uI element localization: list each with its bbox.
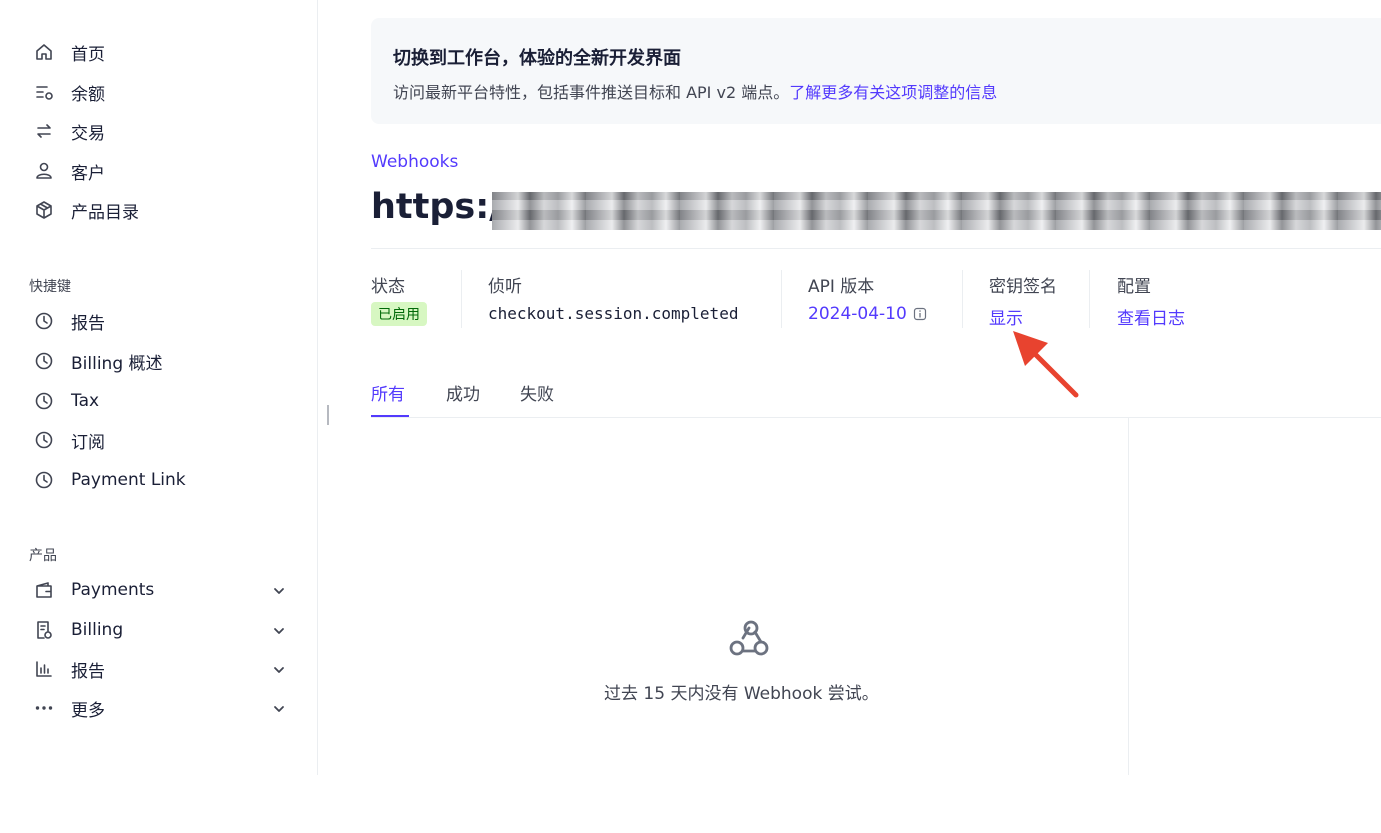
shortcut-item-subscriptions[interactable]: 订阅 [33,426,105,454]
shortcut-item-label: Tax [71,391,100,411]
more-icon [33,697,55,719]
meta-divider [461,270,462,328]
product-item-more[interactable]: 更多 [33,694,105,722]
sidebar-item-label: 首页 [71,44,105,65]
customer-icon [33,160,55,182]
banner-description: 访问最新平台特性，包括事件推送目标和 API v2 端点。 [393,83,790,102]
sidebar-item-label: 客户 [71,163,105,184]
shortcut-item-label: 订阅 [71,432,105,453]
box-icon [33,199,55,221]
config-field: 配置 查看日志 [1117,272,1185,329]
product-item-payments[interactable]: Payments [33,576,154,604]
shortcut-item-tax[interactable]: Tax [33,387,99,415]
shortcut-item-reports[interactable]: 报告 [33,307,105,335]
clock-icon [33,429,55,451]
chevron-down-icon[interactable] [272,701,286,715]
clock-icon [33,350,55,372]
signing-secret-field: 密钥签名 显示 [989,272,1057,329]
product-item-reports[interactable]: 报告 [33,655,105,683]
product-item-label: Payments [71,580,155,600]
workbench-banner: 切换到工作台，体验的全新开发界面 访问最新平台特性，包括事件推送目标和 API … [371,18,1381,124]
chevron-down-icon[interactable] [272,623,286,637]
shortcut-item-label: Billing 概述 [71,353,163,374]
redacted-url-blur [492,192,1381,230]
empty-state-message: 过去 15 天内没有 Webhook 尝试。 [604,684,879,704]
status-badge: 已启用 [371,302,427,326]
chevron-down-icon[interactable] [272,662,286,676]
tab-all[interactable]: 所有 [371,380,405,405]
product-item-label: Billing [71,620,124,640]
info-icon[interactable] [913,307,927,321]
clock-icon [33,390,55,412]
sidebar-item-balance[interactable]: 余额 [33,78,105,106]
listen-event-value: checkout.session.completed [488,304,739,323]
webhook-icon [727,618,771,662]
api-version-value[interactable]: 2024-04-10 [808,304,907,324]
shortcut-item-billing-overview[interactable]: Billing 概述 [33,347,163,375]
transactions-icon [33,120,55,142]
sidebar-item-customers[interactable]: 客户 [33,157,105,185]
banner-title: 切换到工作台，体验的全新开发界面 [393,48,681,69]
meta-divider [781,270,782,328]
sidebar-item-label: 余额 [71,84,105,105]
panel-divider [1128,418,1129,775]
listen-label: 侦听 [488,277,522,297]
shortcut-item-label: Payment Link [71,470,186,490]
signing-secret-label: 密钥签名 [989,277,1057,297]
product-item-label: 更多 [71,700,105,721]
meta-divider [962,270,963,328]
banner-text: 访问最新平台特性，包括事件推送目标和 API v2 端点。了解更多有关这项调整的… [393,79,997,103]
status-label: 状态 [371,277,405,297]
product-item-label: 报告 [71,661,105,682]
balance-icon [33,81,55,103]
sidebar-item-home[interactable]: 首页 [33,38,105,66]
sidebar-item-label: 产品目录 [71,202,139,223]
shortcut-item-label: 报告 [71,313,105,334]
shortcuts-heading: 快捷键 [29,279,71,295]
shortcut-item-payment-link[interactable]: Payment Link [33,466,186,494]
tab-succeeded[interactable]: 成功 [446,380,480,405]
sidebar: 首页 余额 交易 客户 产品目录 快捷键 报告 Billing 概述 Tax 订… [0,0,318,775]
meta-divider [1089,270,1090,328]
listen-field: 侦听 checkout.session.completed [488,272,738,323]
view-logs-link[interactable]: 查看日志 [1117,304,1185,329]
wallet-icon [33,579,55,601]
clock-icon [33,469,55,491]
api-version-field: API 版本 2024-04-10 [808,272,926,324]
home-icon [33,41,55,63]
product-item-billing[interactable]: Billing [33,616,123,644]
bar-chart-icon [33,658,55,680]
annotation-arrow-icon [1013,331,1079,398]
tabs-divider [371,417,1381,418]
sidebar-resize-handle[interactable] [327,405,329,425]
breadcrumb-webhooks[interactable]: Webhooks [371,152,458,172]
sidebar-item-transactions[interactable]: 交易 [33,117,105,145]
status-field: 状态 已启用 [371,272,427,326]
chevron-down-icon[interactable] [272,583,286,597]
sidebar-item-label: 交易 [71,123,105,144]
header-divider [371,248,1381,249]
sidebar-item-product-catalog[interactable]: 产品目录 [33,196,139,224]
clock-icon [33,310,55,332]
config-label: 配置 [1117,277,1151,297]
invoice-icon [33,619,55,641]
api-version-label: API 版本 [808,277,875,297]
tab-failed[interactable]: 失败 [520,380,554,405]
products-heading: 产品 [29,548,57,564]
banner-learn-more-link[interactable]: 了解更多有关这项调整的信息 [789,83,997,102]
